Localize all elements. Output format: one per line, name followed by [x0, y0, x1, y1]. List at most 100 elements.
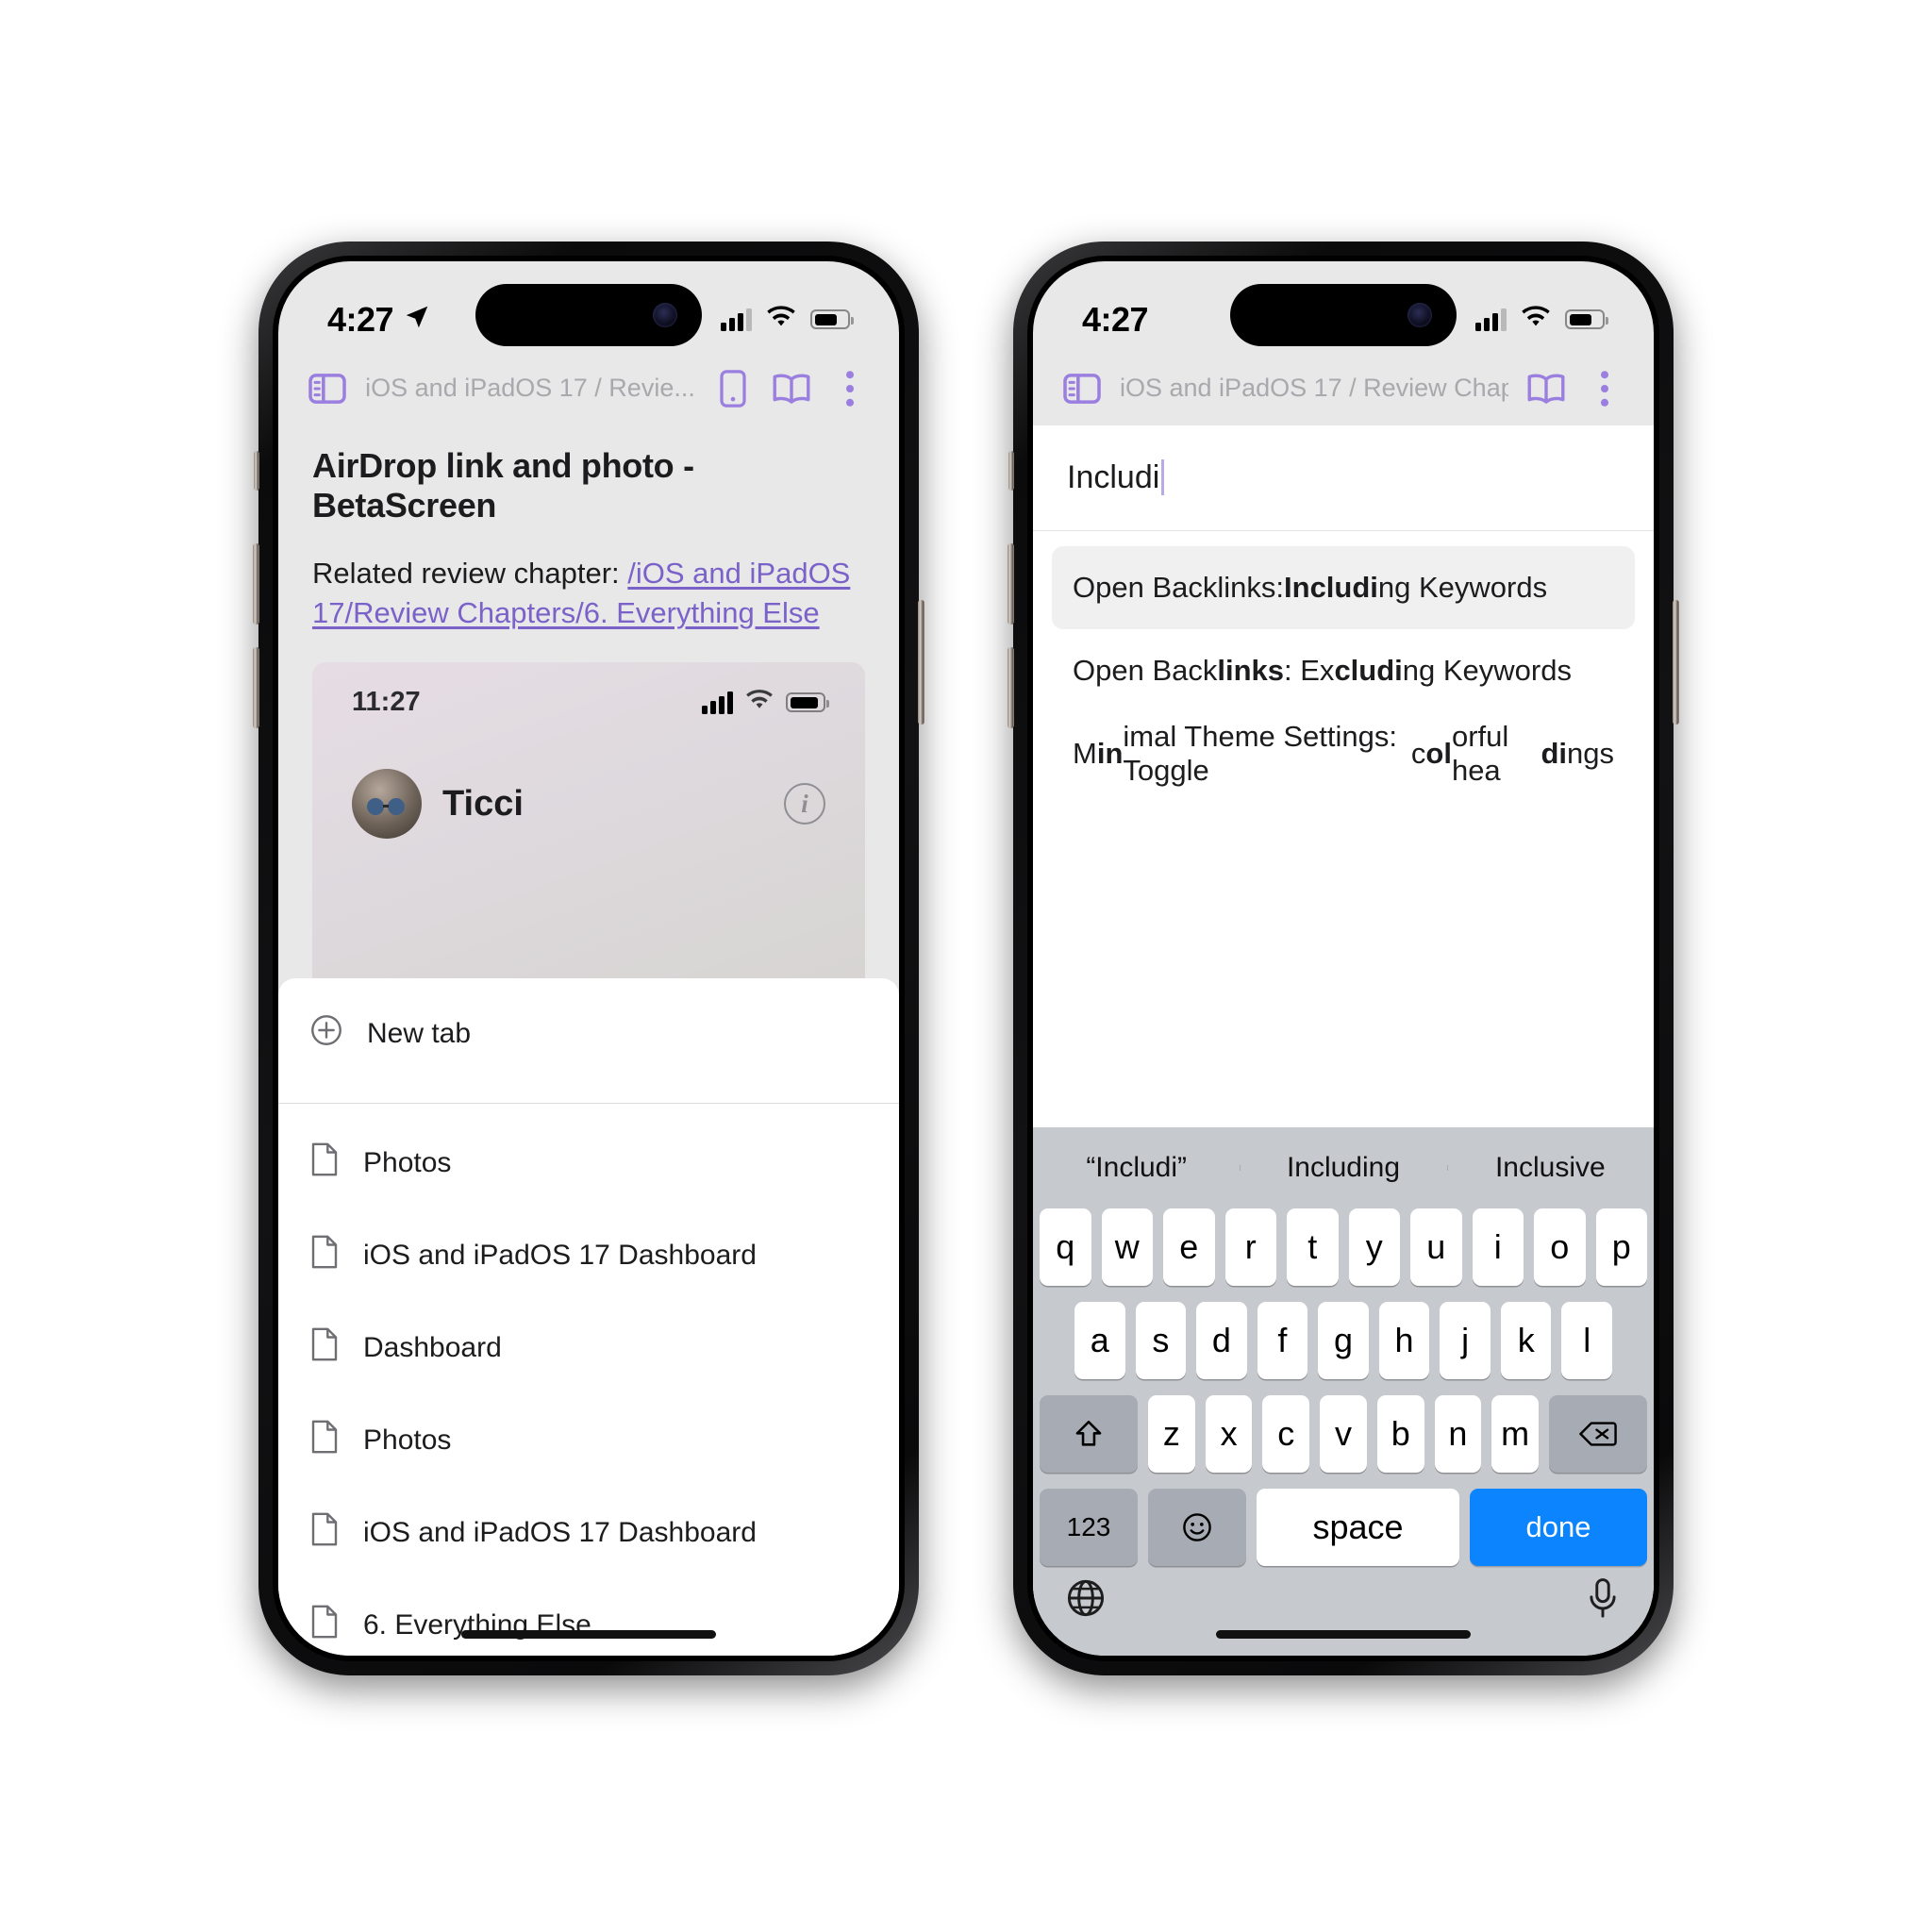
dynamic-island [475, 283, 702, 346]
key-v[interactable]: v [1320, 1394, 1367, 1473]
tab-list-item[interactable]: iOS and iPadOS 17 Dashboard [278, 1209, 899, 1302]
avatar [352, 769, 422, 840]
key-s[interactable]: s [1135, 1301, 1187, 1379]
tab-list-item[interactable]: Dashboard [278, 1302, 899, 1394]
numbers-key[interactable]: 123 [1040, 1488, 1138, 1566]
tab-list-item-label: Photos [363, 1146, 452, 1178]
document-icon [310, 1235, 339, 1276]
home-indicator[interactable] [1216, 1629, 1471, 1639]
backspace-key-icon[interactable] [1549, 1394, 1648, 1473]
more-options-icon[interactable] [1584, 368, 1625, 409]
key-b[interactable]: b [1376, 1394, 1424, 1473]
prediction-item[interactable]: Inclusive [1446, 1152, 1654, 1184]
tab-list-item[interactable]: 6. Everything Else [278, 1579, 899, 1656]
keyboard-row-3: zxcvbnm [1033, 1394, 1654, 1473]
key-h[interactable]: h [1378, 1301, 1430, 1379]
globe-key-icon[interactable] [1065, 1577, 1107, 1624]
key-y[interactable]: y [1348, 1208, 1400, 1286]
document-icon [310, 1327, 339, 1369]
wifi-icon [744, 689, 774, 716]
volume-down-button[interactable] [1008, 646, 1014, 728]
search-result-item[interactable]: Open Back l inks: Ex cludi ng Keywords [1052, 629, 1635, 712]
phone-bezel: 4:27 iOS and iPadOS 17 / Revie... AirDro… [273, 255, 905, 1661]
tab-list-item-label: iOS and iPadOS 17 Dashboard [363, 1239, 757, 1271]
phone-right-screen: 4:27 iOS and iPadOS 17 / Review Chap... … [1033, 260, 1654, 1656]
more-options-icon[interactable] [829, 368, 871, 409]
silent-switch[interactable] [1008, 450, 1014, 491]
key-q[interactable]: q [1040, 1208, 1091, 1286]
sidebar-toggle-icon[interactable] [307, 368, 348, 409]
tabs-sheet: New tab Photos iOS and iPadOS 17 Dashboar… [278, 977, 899, 1656]
prediction-item[interactable]: Including [1240, 1152, 1446, 1184]
key-o[interactable]: o [1534, 1208, 1586, 1286]
predictive-text-bar: “Includi” Including Inclusive [1033, 1127, 1654, 1208]
key-z[interactable]: z [1147, 1394, 1195, 1473]
sidebar-toggle-icon[interactable] [1061, 368, 1103, 409]
key-r[interactable]: r [1224, 1208, 1276, 1286]
search-result-item[interactable]: Open Back l inks: Includi ng Keywords [1052, 545, 1635, 629]
key-c[interactable]: c [1262, 1394, 1310, 1473]
key-p[interactable]: p [1595, 1208, 1647, 1286]
tab-list-item[interactable]: Photos [278, 1117, 899, 1209]
microphone-key-icon[interactable] [1584, 1577, 1622, 1624]
tab-list-item[interactable]: iOS and iPadOS 17 Dashboard [278, 1487, 899, 1579]
volume-up-button[interactable] [1008, 542, 1014, 625]
key-u[interactable]: u [1410, 1208, 1462, 1286]
key-g[interactable]: g [1318, 1301, 1369, 1379]
home-indicator[interactable] [461, 1629, 716, 1639]
tab-list-item[interactable]: Photos [278, 1394, 899, 1487]
front-camera [653, 302, 677, 327]
note-content: AirDrop link and photo - BetaScreen Rela… [278, 425, 899, 1656]
silent-switch[interactable] [254, 450, 259, 491]
info-icon[interactable]: i [784, 783, 825, 825]
cellular-signal-icon [721, 308, 752, 331]
search-result-item[interactable]: Min imal Theme Settings: Toggle c o l orful … [1052, 712, 1635, 795]
reading-mode-icon[interactable] [771, 368, 812, 409]
key-n[interactable]: n [1434, 1394, 1482, 1473]
embedded-screenshot[interactable]: 11:27 Ticci i [312, 662, 865, 1003]
phone-left-screen: 4:27 iOS and iPadOS 17 / Revie... AirDro… [278, 260, 899, 1656]
power-button[interactable] [1673, 599, 1679, 725]
search-input[interactable]: Includi [1033, 425, 1654, 531]
document-icon [310, 1512, 339, 1554]
app-toolbar: iOS and iPadOS 17 / Review Chap... [1033, 351, 1654, 425]
key-f[interactable]: f [1257, 1301, 1308, 1379]
key-t[interactable]: t [1287, 1208, 1339, 1286]
prediction-item[interactable]: “Includi” [1033, 1152, 1240, 1184]
power-button[interactable] [918, 599, 924, 725]
key-m[interactable]: m [1491, 1394, 1540, 1473]
breadcrumb: iOS and iPadOS 17 / Revie... [365, 374, 695, 402]
text-caret [1161, 459, 1165, 495]
search-input-value: Includi [1067, 458, 1160, 495]
document-icon [310, 1605, 339, 1646]
key-k[interactable]: k [1500, 1301, 1552, 1379]
dynamic-island [1230, 283, 1457, 346]
status-time-group: 4:27 [1082, 300, 1149, 340]
shift-key-icon[interactable] [1039, 1394, 1138, 1473]
key-d[interactable]: d [1196, 1301, 1247, 1379]
phone-bezel: 4:27 iOS and iPadOS 17 / Review Chap... … [1027, 255, 1659, 1661]
volume-up-button[interactable] [253, 542, 259, 625]
key-e[interactable]: e [1163, 1208, 1215, 1286]
key-a[interactable]: a [1074, 1301, 1125, 1379]
status-time-group: 4:27 [327, 300, 431, 340]
key-j[interactable]: j [1440, 1301, 1491, 1379]
new-tab-row[interactable]: New tab [278, 978, 899, 1090]
key-w[interactable]: w [1101, 1208, 1153, 1286]
phone-left: 4:27 iOS and iPadOS 17 / Revie... AirDro… [253, 237, 924, 1679]
space-key[interactable]: space [1257, 1488, 1459, 1566]
two-phone-screenshot: 4:27 iOS and iPadOS 17 / Revie... AirDro… [0, 0, 1932, 1916]
done-key[interactable]: done [1470, 1488, 1647, 1566]
embedded-status-bar: 11:27 [312, 662, 865, 718]
reading-mode-icon[interactable] [1525, 368, 1567, 409]
volume-down-button[interactable] [253, 646, 259, 728]
embedded-status-indicators [702, 689, 829, 716]
key-i[interactable]: i [1472, 1208, 1524, 1286]
device-preview-icon[interactable] [712, 368, 754, 409]
key-l[interactable]: l [1561, 1301, 1613, 1379]
cellular-signal-icon [1475, 308, 1507, 331]
breadcrumb: iOS and iPadOS 17 / Review Chap... [1120, 374, 1508, 402]
cellular-signal-icon [702, 691, 733, 714]
emoji-key-icon[interactable] [1148, 1488, 1246, 1566]
key-x[interactable]: x [1205, 1394, 1253, 1473]
